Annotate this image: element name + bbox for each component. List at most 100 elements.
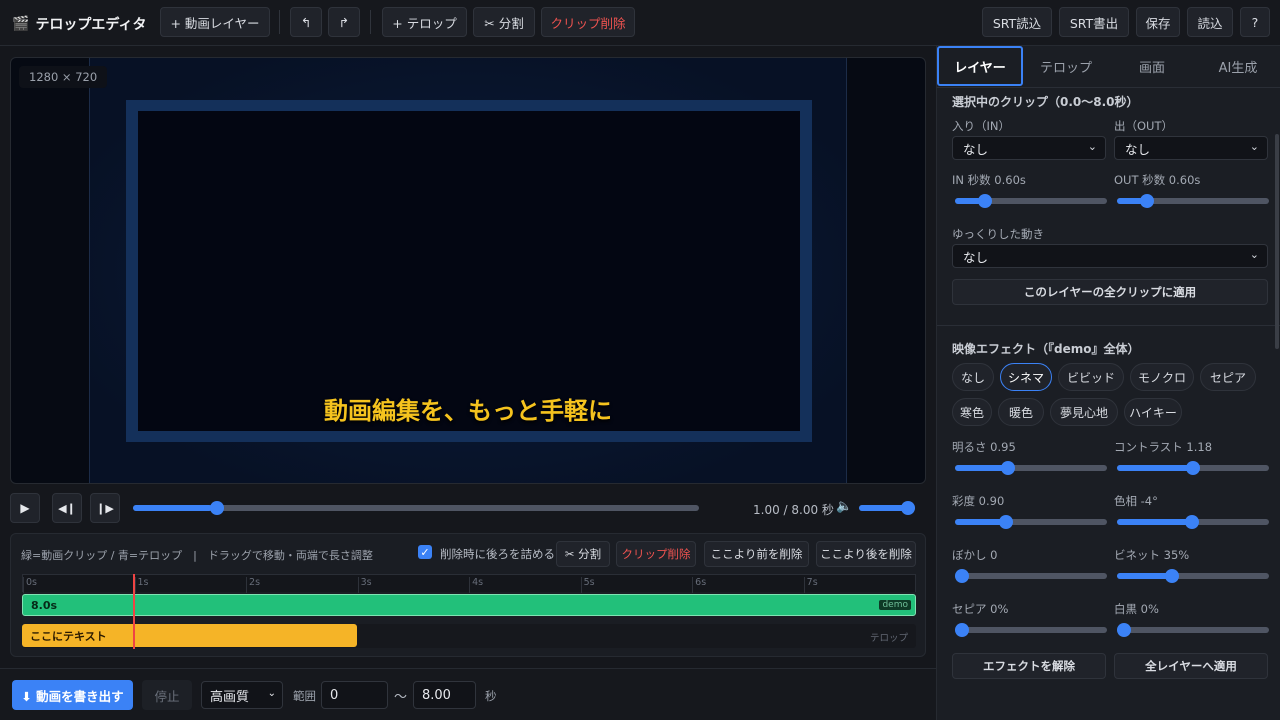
range-end-input[interactable]: 8.00 (413, 681, 476, 709)
add-video-layer-button[interactable]: + 動画レイヤー (160, 7, 270, 37)
effect-slider[interactable] (955, 623, 1107, 637)
effect-slider-label: 明るさ 0.95 (952, 440, 1016, 454)
speaker-icon[interactable]: 🔈 (836, 499, 852, 514)
effect-slider[interactable] (1117, 623, 1269, 637)
srt-import-button[interactable]: SRT読込 (982, 7, 1052, 37)
split-button[interactable]: ✂ 分割 (473, 7, 535, 37)
effect-slider[interactable] (955, 569, 1107, 583)
apply-layer-clips-button[interactable]: このレイヤーの全クリップに適用 (952, 279, 1268, 305)
help-button[interactable]: ? (1240, 7, 1270, 37)
redo-button[interactable]: ↱ (328, 7, 360, 37)
telop-clip-text: ここにテキスト (30, 629, 107, 643)
slider-handle[interactable] (1186, 461, 1200, 475)
load-button[interactable]: 読込 (1187, 7, 1233, 37)
tab-layer[interactable]: レイヤー (937, 46, 1023, 86)
delete-before-button[interactable]: ここより前を削除 (704, 541, 809, 567)
caption-text[interactable]: 動画編集を、もっと手軽に (11, 391, 925, 426)
effect-chip[interactable]: モノクロ (1130, 363, 1194, 391)
effect-chip[interactable]: 寒色 (952, 398, 992, 426)
ripple-checkbox[interactable]: ✓ (418, 545, 432, 559)
effect-chip[interactable]: ハイキー (1124, 398, 1182, 426)
undo-button[interactable]: ↰ (290, 7, 322, 37)
delete-after-button[interactable]: ここより後を削除 (816, 541, 916, 567)
play-button[interactable]: ▶ (10, 493, 40, 523)
in-seconds-slider[interactable] (955, 194, 1107, 208)
ruler-tick: 5s (580, 577, 595, 593)
slider-handle[interactable] (1184, 515, 1199, 529)
timeline-ruler[interactable]: 0s 1s 2s 3s 4s 5s 6s 7s (22, 574, 916, 593)
save-button[interactable]: 保存 (1136, 7, 1180, 37)
prev-frame-button[interactable]: ◀❙ (52, 493, 82, 523)
time-readout: 1.00 / 8.00 秒 (753, 503, 834, 517)
effect-chip[interactable]: ビビッド (1058, 363, 1124, 391)
timeline-delete-clip-button[interactable]: クリップ削除 (616, 541, 696, 567)
in-transition-select[interactable]: なし ⌄ (952, 136, 1106, 160)
effect-chip[interactable]: シネマ (1000, 363, 1052, 391)
quality-select[interactable]: 高画質 ⌄ (201, 681, 283, 709)
slider-handle[interactable] (1117, 623, 1131, 637)
slider-fill (1117, 465, 1193, 471)
export-video-button[interactable]: ⬇ 動画を書き出す (12, 680, 133, 710)
ruler-tick: 4s (469, 577, 483, 593)
effect-chip[interactable]: 暖色 (998, 398, 1044, 426)
ruler-tick: 7s (803, 577, 818, 593)
seek-slider[interactable] (133, 501, 699, 515)
volume-handle[interactable] (901, 501, 915, 515)
range-tilde: 〜 (394, 690, 408, 705)
add-telop-button[interactable]: + テロップ (382, 7, 467, 37)
next-frame-button[interactable]: ❙▶ (90, 493, 120, 523)
slider-handle[interactable] (955, 569, 969, 583)
timeline-hint: 緑=動画クリップ / 青=テロップ | ドラッグで移動・両端で長さ調整 (21, 549, 373, 562)
video-preview[interactable]: 1280 × 720 動画編集を、もっと手軽に (10, 57, 926, 484)
range-label: 範囲 (293, 689, 316, 703)
ruler-tick: 3s (357, 577, 372, 593)
motion-select[interactable]: なし ⌄ (952, 244, 1268, 268)
slider-handle[interactable] (999, 515, 1014, 529)
seek-handle[interactable] (210, 501, 225, 515)
effect-slider[interactable] (1117, 515, 1269, 529)
slider-handle[interactable] (955, 623, 969, 637)
telop-clip[interactable]: ここにテキスト (22, 624, 358, 647)
delete-clip-button[interactable]: クリップ削除 (541, 7, 635, 37)
video-clip-tag: demo (879, 600, 911, 610)
stop-export-button[interactable]: 停止 (142, 680, 192, 710)
effect-slider[interactable] (955, 461, 1107, 475)
ruler-tick: 0s (23, 577, 37, 593)
in-seconds-label: IN 秒数 0.60s (952, 173, 1026, 187)
effect-slider[interactable] (955, 515, 1107, 529)
slider-handle[interactable] (978, 194, 993, 208)
reset-effects-button[interactable]: エフェクトを解除 (952, 653, 1106, 679)
effect-slider-label: セピア 0% (952, 602, 1009, 616)
step-back-icon: ◀❙ (58, 501, 76, 515)
effect-slider-label: ぼかし 0 (952, 548, 998, 562)
effect-slider-label: 色相 -4° (1114, 494, 1158, 508)
effect-chip[interactable]: セピア (1200, 363, 1256, 391)
chevron-down-icon: ⌄ (267, 688, 276, 699)
slider-handle[interactable] (1140, 194, 1155, 208)
tab-screen[interactable]: 画面 (1109, 46, 1195, 86)
effect-slider[interactable] (1117, 569, 1269, 583)
toolbar-divider (279, 10, 280, 34)
tab-ai[interactable]: AI生成 (1195, 46, 1280, 86)
playhead[interactable] (132, 574, 135, 649)
panel-scrollbar[interactable] (1275, 134, 1279, 349)
tab-telop[interactable]: テロップ (1023, 46, 1109, 86)
video-clip[interactable]: 8.0s demo (22, 594, 916, 616)
in-label: 入り（IN） (952, 119, 1010, 133)
slider-handle[interactable] (1165, 569, 1180, 583)
srt-export-button[interactable]: SRT書出 (1059, 7, 1129, 37)
out-transition-select[interactable]: なし ⌄ (1114, 136, 1268, 160)
video-clip-duration: 8.0s (31, 598, 58, 612)
apply-all-layers-button[interactable]: 全レイヤーへ適用 (1114, 653, 1268, 679)
volume-slider[interactable] (859, 501, 915, 515)
slider-handle[interactable] (1000, 461, 1015, 475)
effects-section-title: 映像エフェクト（『demo』全体） (952, 342, 1140, 356)
seek-fill (133, 505, 213, 511)
effect-chip[interactable]: なし (952, 363, 994, 391)
out-seconds-slider[interactable] (1117, 194, 1269, 208)
effect-chip[interactable]: 夢見心地 (1050, 398, 1118, 426)
chevron-down-icon: ⌄ (1249, 140, 1259, 153)
timeline-split-button[interactable]: ✂ 分割 (556, 541, 610, 567)
range-start-input[interactable]: 0 (321, 681, 388, 709)
effect-slider[interactable] (1117, 461, 1269, 475)
